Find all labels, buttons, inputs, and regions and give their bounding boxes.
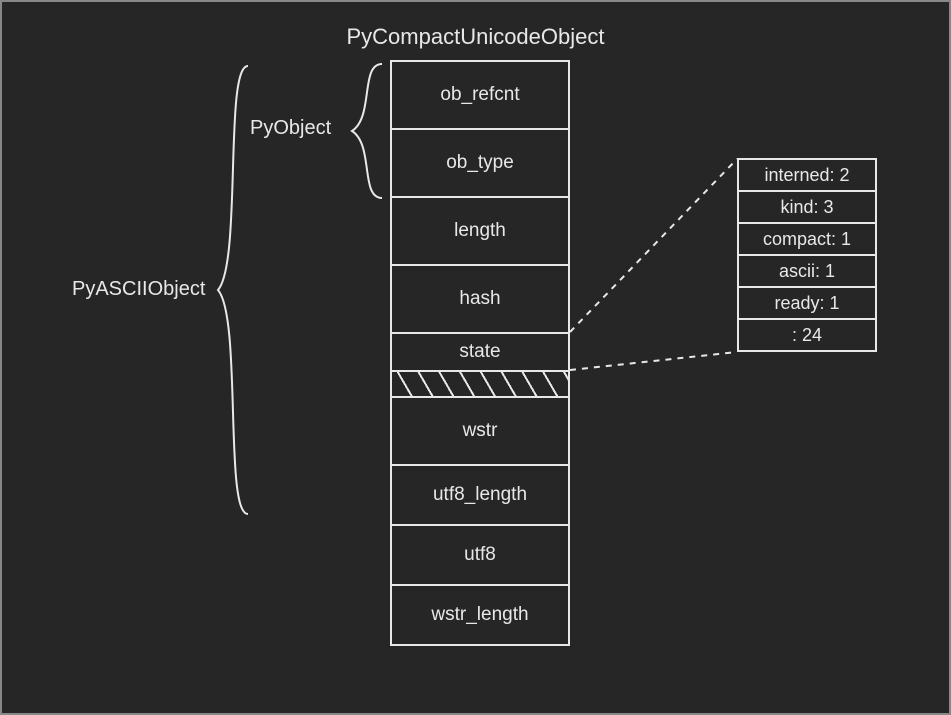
field-ob-type: ob_type	[390, 128, 570, 198]
state-bits-label: compact: 1	[763, 229, 851, 250]
field-utf8-length: utf8_length	[390, 464, 570, 526]
field-label: utf8	[464, 544, 496, 566]
field-ob-refcnt: ob_refcnt	[390, 60, 570, 130]
diagram-title: PyCompactUnicodeObject	[2, 24, 949, 50]
field-label: utf8_length	[433, 484, 527, 506]
state-bits-label: kind: 3	[780, 197, 833, 218]
state-bits-label: ready: 1	[774, 293, 839, 314]
label-pyasciiobject: PyASCIIObject	[72, 278, 205, 301]
field-label: state	[459, 341, 500, 363]
field-wstr: wstr	[390, 396, 570, 466]
field-label: hash	[459, 288, 500, 310]
field-label: ob_type	[446, 152, 514, 174]
field-label: wstr_length	[431, 604, 528, 626]
struct-column: ob_refcnt ob_type length hash state wstr…	[390, 60, 570, 646]
state-bits-label: ascii: 1	[779, 261, 835, 282]
field-label: wstr	[463, 420, 498, 442]
field-padding	[390, 370, 570, 398]
field-length: length	[390, 196, 570, 266]
brace-pyobject	[342, 62, 386, 200]
field-utf8: utf8	[390, 524, 570, 586]
connector-state-detail	[568, 157, 740, 377]
state-bits-label: : 24	[792, 325, 822, 346]
state-bits-label: interned: 2	[764, 165, 849, 186]
state-bits-row: : 24	[737, 318, 877, 352]
field-hash: hash	[390, 264, 570, 334]
brace-pyasciiobject	[212, 62, 252, 518]
field-wstr-length: wstr_length	[390, 584, 570, 646]
state-bits-row: kind: 3	[737, 190, 877, 224]
state-bits-table: interned: 2 kind: 3 compact: 1 ascii: 1 …	[737, 158, 877, 352]
field-label: ob_refcnt	[440, 84, 519, 106]
field-label: length	[454, 220, 506, 242]
state-bits-row: compact: 1	[737, 222, 877, 256]
field-state: state	[390, 332, 570, 372]
state-bits-row: ready: 1	[737, 286, 877, 320]
label-pyobject: PyObject	[250, 117, 331, 140]
state-bits-row: ascii: 1	[737, 254, 877, 288]
state-bits-row: interned: 2	[737, 158, 877, 192]
